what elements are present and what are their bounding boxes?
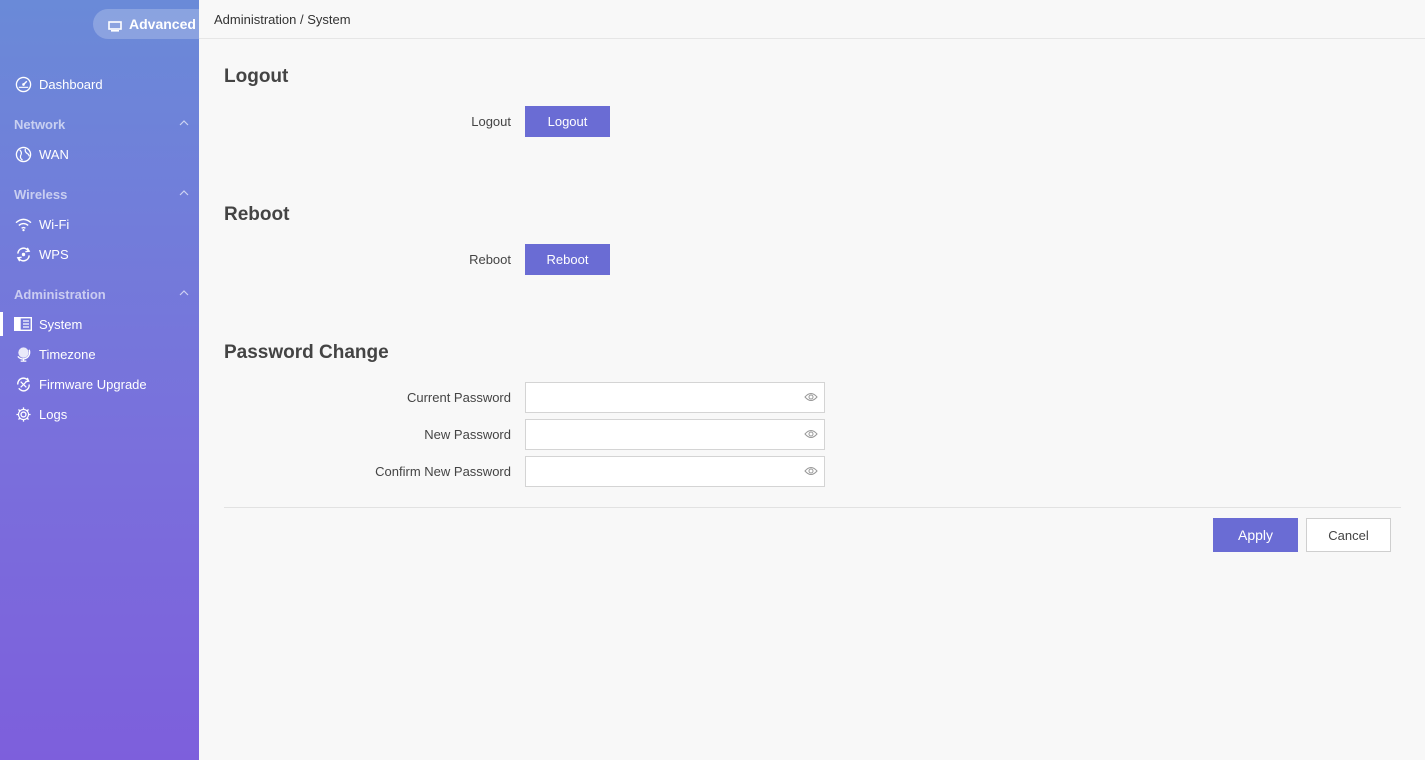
sidebar-item-dashboard[interactable]: Dashboard — [0, 72, 199, 96]
sidebar-item-firmware-upgrade[interactable]: Firmware Upgrade — [0, 372, 199, 396]
wifi-icon — [14, 215, 32, 233]
password-section-title: Password Change — [224, 342, 389, 363]
confirm-password-box — [525, 456, 825, 487]
logout-button[interactable]: Logout — [525, 106, 610, 137]
reboot-section-title: Reboot — [224, 204, 290, 225]
logout-section-title: Logout — [224, 66, 289, 87]
sidebar-item-wan[interactable]: WAN — [0, 142, 199, 166]
eye-icon[interactable] — [804, 429, 818, 439]
globe-icon — [14, 145, 32, 163]
gear-icon — [14, 405, 32, 423]
sidebar-item-label: WAN — [39, 146, 69, 162]
sidebar-item-label: Logs — [39, 406, 68, 422]
reboot-button[interactable]: Reboot — [525, 244, 610, 275]
new-password-input[interactable] — [526, 420, 796, 449]
logout-label: Logout — [471, 114, 511, 129]
sidebar-section-label: Network — [14, 116, 66, 132]
advanced-mode-label: Advanced — [129, 16, 196, 32]
current-password-label: Current Password — [406, 390, 511, 405]
sidebar-item-wifi[interactable]: Wi-Fi — [0, 212, 199, 236]
sidebar-section-network[interactable]: Network — [0, 113, 199, 135]
sidebar-section-wireless[interactable]: Wireless — [0, 183, 199, 205]
sidebar: Advanced Dashboard Network WAN Wireless … — [0, 0, 199, 760]
chevron-up-icon — [179, 120, 189, 126]
gauge-icon — [14, 75, 32, 93]
sidebar-item-timezone[interactable]: Timezone — [0, 342, 199, 366]
new-password-label: New Password — [424, 427, 511, 442]
wps-sync-icon — [14, 245, 32, 263]
globe-stand-icon — [14, 345, 32, 363]
system-panel-icon — [14, 315, 32, 333]
advanced-mode-toggle[interactable]: Advanced — [93, 9, 199, 39]
sidebar-item-logs[interactable]: Logs — [0, 402, 199, 426]
firmware-refresh-icon — [14, 375, 32, 393]
apply-button[interactable]: Apply — [1213, 518, 1298, 552]
current-password-input[interactable] — [526, 383, 796, 412]
breadcrumb-bar: Administration / System — [199, 0, 1425, 39]
sidebar-item-label: System — [39, 316, 83, 332]
confirm-password-label: Confirm New Password — [375, 464, 511, 479]
sidebar-item-label: Dashboard — [39, 76, 103, 92]
new-password-box — [525, 419, 825, 450]
reboot-label: Reboot — [469, 252, 511, 267]
eye-icon[interactable] — [804, 466, 818, 476]
sidebar-item-label: Firmware Upgrade — [39, 376, 147, 392]
sidebar-item-label: Timezone — [39, 346, 96, 362]
breadcrumb: Administration / System — [214, 12, 351, 27]
confirm-password-input[interactable] — [526, 457, 796, 486]
cancel-button[interactable]: Cancel — [1306, 518, 1391, 552]
sidebar-item-label: Wi-Fi — [39, 216, 70, 232]
sidebar-item-wps[interactable]: WPS — [0, 242, 199, 266]
sidebar-section-label: Administration — [14, 286, 106, 302]
eye-icon[interactable] — [804, 392, 818, 402]
chevron-up-icon — [179, 190, 189, 196]
form-divider — [224, 507, 1401, 508]
current-password-box — [525, 382, 825, 413]
sidebar-section-label: Wireless — [14, 186, 68, 202]
sidebar-item-system[interactable]: System — [0, 312, 199, 336]
chevron-up-icon — [179, 290, 189, 296]
sidebar-item-label: WPS — [39, 246, 69, 262]
sidebar-section-administration[interactable]: Administration — [0, 283, 199, 305]
monitor-icon — [108, 19, 122, 32]
